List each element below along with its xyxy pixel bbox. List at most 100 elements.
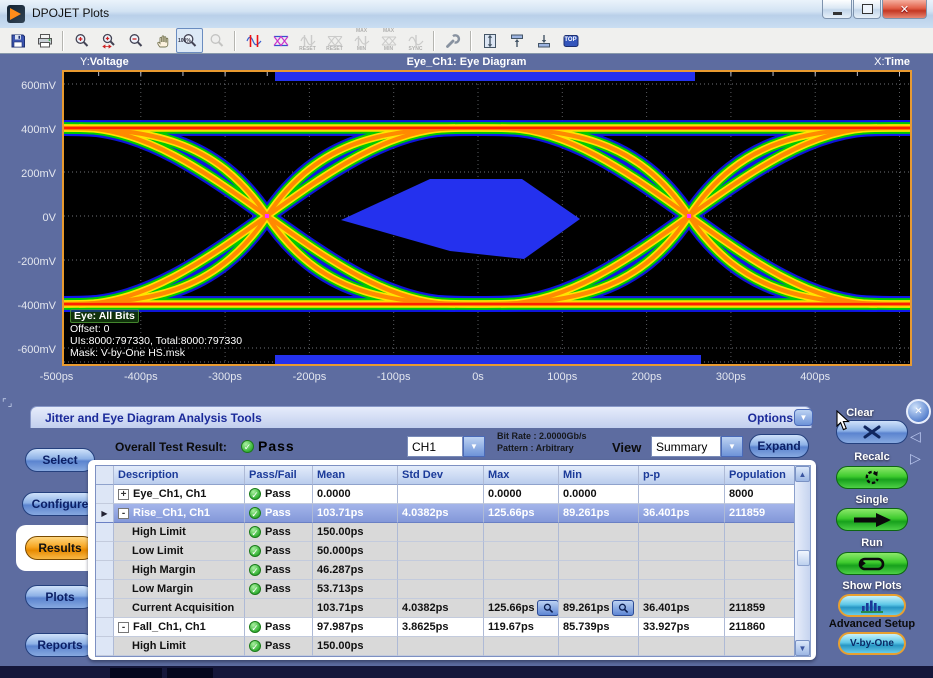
vertical-cursors-button[interactable] (240, 28, 267, 53)
nav-configure-button[interactable]: Configure (22, 492, 98, 516)
bottom-strip-block (167, 668, 213, 678)
pass-check-icon: ✓ (249, 545, 261, 557)
cell-mean: 97.987ps (313, 618, 398, 637)
cell-zoom-button[interactable] (537, 600, 559, 616)
close-button[interactable]: ✕ (882, 0, 927, 19)
nav-reports-button[interactable]: Reports (25, 633, 95, 657)
zoom-in-horizontal-button[interactable] (95, 28, 122, 53)
show-plots-label: Show Plots (812, 580, 932, 592)
channel-select[interactable]: CH1 ▼ (407, 436, 485, 457)
eye-cursors-button[interactable] (267, 28, 294, 53)
row-selector[interactable] (96, 523, 114, 542)
column-header-min[interactable]: Min (559, 466, 639, 485)
table-row[interactable]: ▶-Rise_Ch1, Ch1✓Pass103.71ps4.0382ps125.… (96, 504, 794, 523)
recalc-button[interactable] (836, 466, 908, 489)
print-button[interactable] (31, 28, 58, 53)
clear-x-icon (861, 425, 883, 439)
cell-pass-fail: ✓Pass (245, 504, 313, 523)
reset-eye-button[interactable]: RESET (321, 28, 348, 53)
scroll-up-button[interactable]: ▲ (795, 466, 810, 482)
nav-results-button[interactable]: Results (25, 536, 95, 560)
row-selector[interactable] (96, 637, 114, 656)
table-row[interactable]: High Margin✓Pass46.287ps (96, 561, 794, 580)
collapse-icon[interactable]: - (118, 622, 129, 633)
chevron-down-icon[interactable]: ▼ (721, 436, 743, 457)
align-top-button[interactable] (503, 28, 530, 53)
cell-max (484, 580, 559, 599)
sync-cursors-button[interactable]: SYNC (402, 28, 429, 53)
column-header-mean[interactable]: Mean (313, 466, 398, 485)
fit-vertical-button[interactable] (476, 28, 503, 53)
table-row[interactable]: High Limit✓Pass150.00ps (96, 523, 794, 542)
run-button[interactable] (836, 552, 908, 575)
column-header-pass-fail[interactable]: Pass/Fail (245, 466, 313, 485)
table-row[interactable]: -Fall_Ch1, Ch1✓Pass97.987ps3.8625ps119.6… (96, 618, 794, 637)
max-min-vertical-button[interactable]: MAX MIN (348, 28, 375, 53)
max-min-eye-button[interactable]: MAX MIN (375, 28, 402, 53)
row-selector[interactable]: ▶ (96, 504, 114, 523)
view-select[interactable]: Summary ▼ (651, 436, 743, 457)
y-tick-label: 400mV (2, 124, 56, 136)
nav-select-button[interactable]: Select (25, 448, 95, 472)
table-row[interactable]: High Limit✓Pass150.00ps (96, 637, 794, 656)
column-header-population[interactable]: Population (725, 466, 794, 485)
pan-button[interactable] (149, 28, 176, 53)
eye-cursors-icon (273, 33, 289, 49)
top-view-button[interactable]: TOP (557, 28, 584, 53)
vbyone-button[interactable]: V-by-One (838, 632, 906, 655)
minimize-button[interactable] (822, 0, 852, 19)
table-row[interactable]: Low Margin✓Pass53.713ps (96, 580, 794, 599)
row-selector[interactable] (96, 561, 114, 580)
table-row[interactable]: Current Acquisition103.71ps4.0382ps125.6… (96, 599, 794, 618)
column-header-p-p[interactable]: p-p (639, 466, 725, 485)
nav-plots-button[interactable]: Plots (25, 585, 95, 609)
chevron-down-icon: ▼ (799, 644, 807, 653)
row-selector[interactable] (96, 485, 114, 504)
row-selector[interactable] (96, 542, 114, 561)
toolbar-separator (470, 31, 472, 51)
column-header-std-dev[interactable]: Std Dev (398, 466, 484, 485)
x-tick-label: 0s (448, 371, 508, 383)
zoom-out-button[interactable] (122, 28, 149, 53)
annotation-offset: Offset: 0 (70, 323, 110, 335)
row-selector-header (96, 466, 114, 485)
zoom-in-horizontal-icon (101, 33, 117, 49)
settings-button[interactable] (439, 28, 466, 53)
expand-icon[interactable]: + (118, 489, 129, 500)
table-row[interactable]: Low Limit✓Pass50.000ps (96, 542, 794, 561)
column-header-description[interactable]: Description (114, 466, 245, 485)
resize-grip-icon[interactable]: ⌜⌟ (2, 398, 13, 409)
reset-vertical-button[interactable]: RESET (294, 28, 321, 53)
maximize-button[interactable] (853, 0, 881, 19)
channel-dropdown-button[interactable]: ▼ (463, 436, 485, 457)
cell-pass-fail (245, 599, 313, 618)
cell-min (559, 542, 639, 561)
zoom-100-button[interactable]: 100% (176, 28, 203, 53)
cell-min: 0.0000 (559, 485, 639, 504)
column-header-max[interactable]: Max (484, 466, 559, 485)
single-button[interactable] (836, 508, 908, 531)
zoom-in-button[interactable] (68, 28, 95, 53)
eye-diagram-plot[interactable]: Eye: All Bits Offset: 0 UIs:8000:797330,… (62, 70, 912, 366)
collapse-left-icon[interactable]: ◁ (910, 428, 921, 445)
cell-description: +Eye_Ch1, Ch1 (114, 485, 245, 504)
run-loop-icon (857, 556, 887, 572)
zoom-sync-button[interactable] (203, 28, 230, 53)
cell-pass-fail: ✓Pass (245, 580, 313, 599)
save-button[interactable] (4, 28, 31, 53)
cell-pop: 8000 (725, 485, 794, 504)
row-selector[interactable] (96, 580, 114, 599)
cell-min: 89.261ps (559, 599, 639, 618)
cell-zoom-button[interactable] (612, 600, 634, 616)
scroll-thumb[interactable] (797, 550, 810, 566)
table-scrollbar[interactable]: ▲ ▼ (794, 465, 811, 657)
align-bottom-button[interactable] (530, 28, 557, 53)
row-selector[interactable] (96, 618, 114, 637)
row-selector[interactable] (96, 599, 114, 618)
scroll-down-button[interactable]: ▼ (795, 640, 810, 656)
expand-button[interactable]: Expand (749, 434, 809, 458)
vertical-cursors-icon (246, 33, 262, 49)
collapse-icon[interactable]: - (118, 508, 129, 519)
show-plots-button[interactable] (838, 594, 906, 617)
table-row[interactable]: +Eye_Ch1, Ch1✓Pass0.00000.00000.00008000 (96, 485, 794, 504)
